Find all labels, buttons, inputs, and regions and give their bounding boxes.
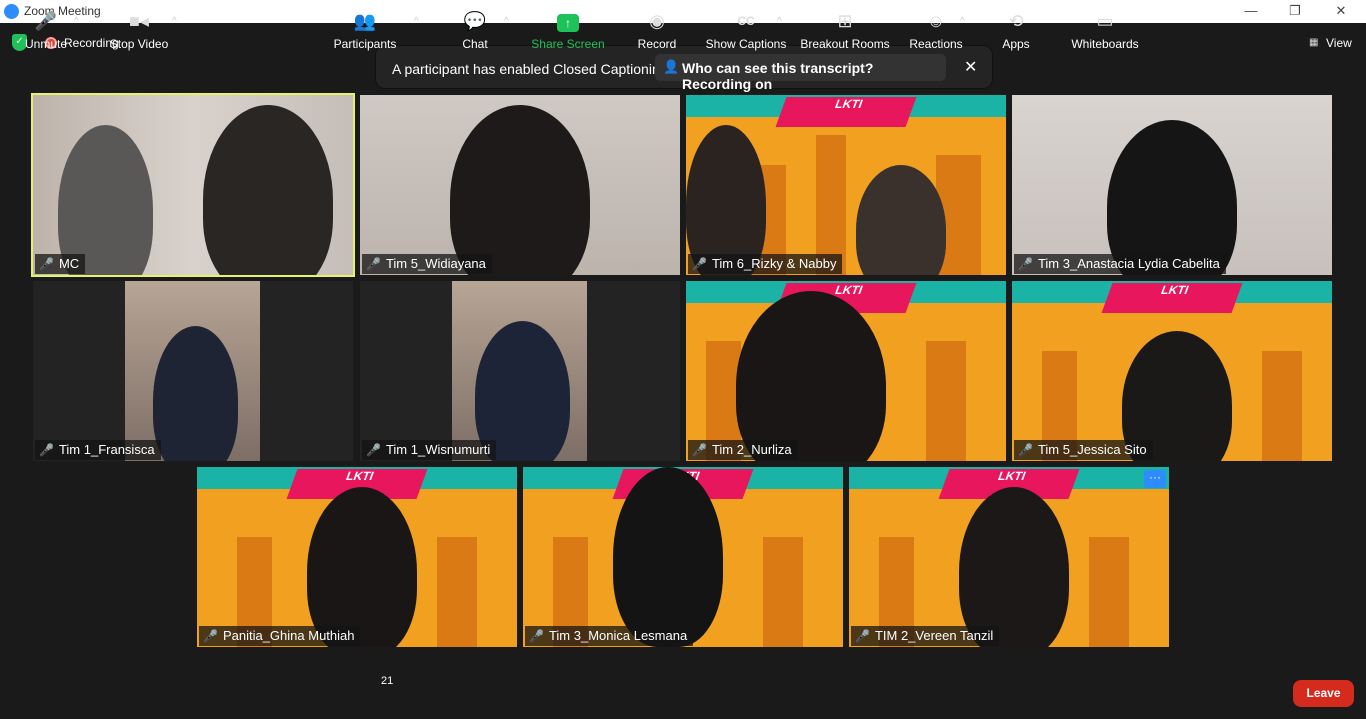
poster-building	[926, 341, 966, 461]
video-tile[interactable]: LKTI 🎤 Tim 2_Nurliza	[686, 281, 1006, 461]
mic-muted-icon: 🎤	[39, 257, 54, 271]
more-options-button[interactable]: ···	[1144, 470, 1166, 488]
participant-silhouette	[686, 125, 766, 275]
participant-name-label: 🎤 Tim 3_Monica Lesmana	[525, 626, 694, 646]
participant-name-label: 🎤 Tim 2_Nurliza	[688, 440, 798, 460]
participant-name-label: 🎤 Tim 1_Wisnumurti	[362, 440, 497, 460]
poster-title: LKTI	[1101, 283, 1243, 313]
breakout-rooms-icon: ⊞	[837, 11, 853, 31]
participant-name-label: 🎤 Tim 3_Anastacia Lydia Cabelita	[1014, 254, 1226, 274]
mic-muted-icon: 🎤	[203, 629, 218, 643]
mic-muted-icon: 🎤	[34, 11, 58, 31]
transcript-visibility-label: Who can see this transcript? Recording o…	[682, 60, 874, 92]
participant-name-label: 🎤 Tim 5_Widiayana	[362, 254, 492, 274]
poster-building	[1089, 537, 1129, 647]
participants-options-caret[interactable]: ^	[414, 16, 419, 27]
record-icon: ◉	[649, 11, 665, 31]
reactions-button[interactable]: ☺ Reactions	[907, 9, 965, 51]
smiley-icon: ☺	[926, 11, 946, 31]
mic-muted-icon: 🎤	[692, 257, 707, 271]
video-tile[interactable]: LKTI ··· 🎤 TIM 2_Vereen Tanzil	[849, 467, 1169, 647]
window-titlebar: Zoom Meeting — ❐ ✕	[0, 0, 1366, 23]
participant-name-label: 🎤 Tim 1_Fransisca	[35, 440, 161, 460]
close-notice-button[interactable]: ✕	[964, 57, 977, 77]
meeting-toolbar	[0, 660, 1366, 719]
video-tile[interactable]: 🎤 Tim 3_Anastacia Lydia Cabelita	[1012, 95, 1332, 275]
share-screen-icon: ↑	[557, 14, 579, 32]
whiteboard-icon: ▭	[1096, 11, 1114, 31]
apps-button[interactable]: ⟲ Apps	[996, 9, 1036, 51]
participant-name-label: 🎤 Tim 5_Jessica Sito	[1014, 440, 1153, 460]
transcript-visibility-button[interactable]: 👤 Who can see this transcript? Recording…	[655, 54, 946, 92]
audio-options-caret[interactable]: ^	[74, 16, 79, 27]
participant-silhouette	[959, 487, 1069, 647]
video-tile[interactable]: 🎤 MC	[31, 93, 355, 277]
poster-building	[763, 537, 803, 647]
captions-cc-icon: CC	[737, 14, 755, 28]
close-window-button[interactable]: ✕	[1318, 0, 1364, 23]
unmute-button[interactable]: 🎤 Unmute	[20, 9, 72, 51]
share-screen-icon-wrap: ↑	[530, 9, 606, 33]
participant-silhouette	[736, 291, 886, 461]
stop-video-button[interactable]: ■◂ Stop Video	[105, 9, 173, 51]
video-tile[interactable]: LKTI 🎤 Tim 6_Rizky & Nabby	[686, 95, 1006, 275]
participant-silhouette	[856, 165, 946, 275]
video-tile[interactable]: 🎤 Tim 1_Fransisca	[33, 281, 353, 461]
participant-name-label: 🎤 TIM 2_Vereen Tanzil	[851, 626, 1000, 646]
chat-bubble-icon: 💬	[463, 11, 487, 31]
poster-building	[437, 537, 477, 647]
participants-button[interactable]: 👥 Participants	[330, 9, 400, 51]
mic-muted-icon: 🎤	[1018, 443, 1033, 457]
participants-icon: 👥	[353, 11, 377, 31]
video-camera-icon: ■◂	[129, 11, 149, 31]
captions-options-caret[interactable]: ^	[777, 16, 782, 27]
participants-count: 21	[381, 675, 394, 687]
video-tile[interactable]: 🎤 Tim 5_Widiayana	[360, 95, 680, 275]
video-tile[interactable]: LKTI 🎤 Panitia_Ghina Muthiah	[197, 467, 517, 647]
mic-muted-icon: 🎤	[692, 443, 707, 457]
participant-name-label: 🎤 Tim 6_Rizky & Nabby	[688, 254, 843, 274]
minimize-button[interactable]: —	[1228, 0, 1274, 23]
chat-options-caret[interactable]: ^	[504, 16, 509, 27]
video-options-caret[interactable]: ^	[172, 16, 177, 27]
record-button[interactable]: ◉ Record	[634, 9, 680, 51]
video-tile[interactable]: LKTI 🎤 Tim 5_Jessica Sito	[1012, 281, 1332, 461]
video-tile[interactable]: LKTI 🎤Tim 3_Monica Lesmana	[523, 467, 843, 647]
show-captions-button[interactable]: CC Show Captions	[704, 9, 788, 51]
participant-name-label: 🎤 Panitia_Ghina Muthiah	[199, 626, 361, 646]
mic-muted-icon: 🎤	[855, 629, 870, 643]
view-button[interactable]: View	[1326, 36, 1352, 50]
poster-title: LKTI	[775, 97, 917, 127]
caption-notice-message: A participant has enabled Closed Caption…	[392, 61, 668, 77]
restore-button[interactable]: ❐	[1272, 0, 1318, 23]
grid-view-icon[interactable]: ▦	[1309, 37, 1320, 48]
participant-silhouette	[307, 487, 417, 647]
participant-silhouette	[613, 467, 723, 647]
breakout-rooms-button[interactable]: ⊞ Breakout Rooms	[800, 9, 890, 51]
caption-notice-banner: A participant has enabled Closed Caption…	[375, 45, 993, 92]
apps-icon: ⟲	[1008, 11, 1024, 31]
zoom-logo-icon	[4, 4, 19, 19]
participant-name-label: 🎤 MC	[35, 254, 86, 274]
video-tile[interactable]: 🎤 Tim 1_Wisnumurti	[360, 281, 680, 461]
poster-building	[1262, 351, 1302, 461]
person-icon: 👤	[663, 59, 680, 74]
mic-muted-icon: 🎤	[366, 443, 381, 457]
reactions-options-caret[interactable]: ^	[960, 16, 965, 27]
mic-muted-icon: 🎤	[39, 443, 54, 457]
mic-muted-icon: 🎤	[366, 257, 381, 271]
mic-muted-icon: 🎤	[1018, 257, 1033, 271]
whiteboards-button[interactable]: ▭ Whiteboards	[1068, 9, 1142, 51]
mic-muted-icon: 🎤	[529, 629, 544, 643]
chat-button[interactable]: 💬 Chat	[455, 9, 495, 51]
share-screen-button[interactable]: ↑ Share Screen	[530, 9, 606, 51]
leave-button[interactable]: Leave	[1293, 680, 1354, 707]
